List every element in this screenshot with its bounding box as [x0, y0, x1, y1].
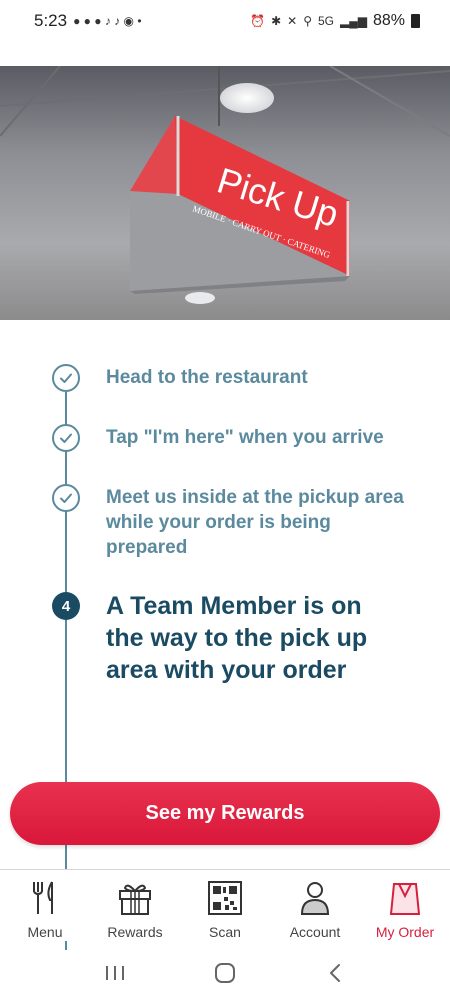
status-bar: 5:23 ● ● ● ♪ ♪ ◉ • ⏰ ✱ ✕ ⚲ 5G ▂▄▆ 88%: [0, 0, 450, 42]
bottom-navigation: Menu Rewards Scan Account My Order: [0, 869, 450, 941]
gift-icon: [115, 878, 155, 918]
status-left: 5:23 ● ● ● ♪ ♪ ◉ •: [34, 11, 142, 31]
nav-item-menu[interactable]: Menu: [0, 870, 90, 941]
step-1-text: Head to the restaurant: [106, 367, 308, 388]
signal-icon: ▂▄▆: [340, 14, 367, 28]
check-icon: [52, 424, 80, 452]
step-4-number: 4: [52, 592, 80, 620]
nav-item-scan[interactable]: Scan: [180, 870, 270, 941]
nav-label-menu: Menu: [27, 924, 63, 940]
recent-apps-icon: [106, 965, 124, 980]
status-right: ⏰ ✱ ✕ ⚲ 5G ▂▄▆ 88%: [250, 12, 420, 30]
mute-icon: ✕: [287, 14, 298, 28]
hero-image: Pick Up MOBILE · CARRY OUT · CATERING: [0, 66, 450, 320]
nav-label-rewards: Rewards: [107, 924, 163, 940]
back-button[interactable]: [310, 953, 360, 993]
nav-item-my-order[interactable]: My Order: [360, 870, 450, 941]
check-icon: [52, 484, 80, 512]
nav-label-scan: Scan: [209, 924, 241, 940]
recent-apps-button[interactable]: [90, 953, 140, 993]
pickup-sign-illustration: Pick Up MOBILE · CARRY OUT · CATERING: [0, 66, 450, 304]
cup-icon: [385, 878, 425, 918]
step-4-text: A Team Member is on the way to the pick …: [106, 592, 368, 684]
home-icon: [215, 962, 235, 983]
person-icon: [295, 878, 335, 918]
nav-item-account[interactable]: Account: [270, 870, 360, 941]
home-button[interactable]: [200, 953, 250, 993]
fork-knife-icon: [25, 878, 65, 918]
steps-connector-line: [65, 392, 67, 950]
nav-label-my-order: My Order: [375, 924, 435, 940]
battery-icon: [411, 14, 420, 28]
check-icon: [52, 364, 80, 392]
step-3-text: Meet us inside at the pickup area while …: [106, 487, 404, 558]
notification-icons: ● ● ● ♪ ♪ ◉ •: [73, 14, 142, 28]
status-time: 5:23: [34, 11, 68, 30]
alarm-icon: ⏰: [250, 14, 266, 28]
back-chevron-icon: [330, 963, 340, 982]
step-2-text: Tap "I'm here" when you arrive: [106, 427, 384, 448]
network-label: 5G: [317, 14, 334, 28]
qr-code-icon: [205, 878, 245, 918]
battery-percent: 88%: [372, 12, 405, 29]
nav-item-rewards[interactable]: Rewards: [90, 870, 180, 941]
nav-label-account: Account: [289, 924, 341, 940]
bluetooth-icon: ✱: [271, 14, 282, 28]
location-icon: ⚲: [303, 14, 312, 28]
see-my-rewards-button[interactable]: See my Rewards: [10, 782, 440, 845]
system-navigation-bar: [0, 945, 450, 1000]
